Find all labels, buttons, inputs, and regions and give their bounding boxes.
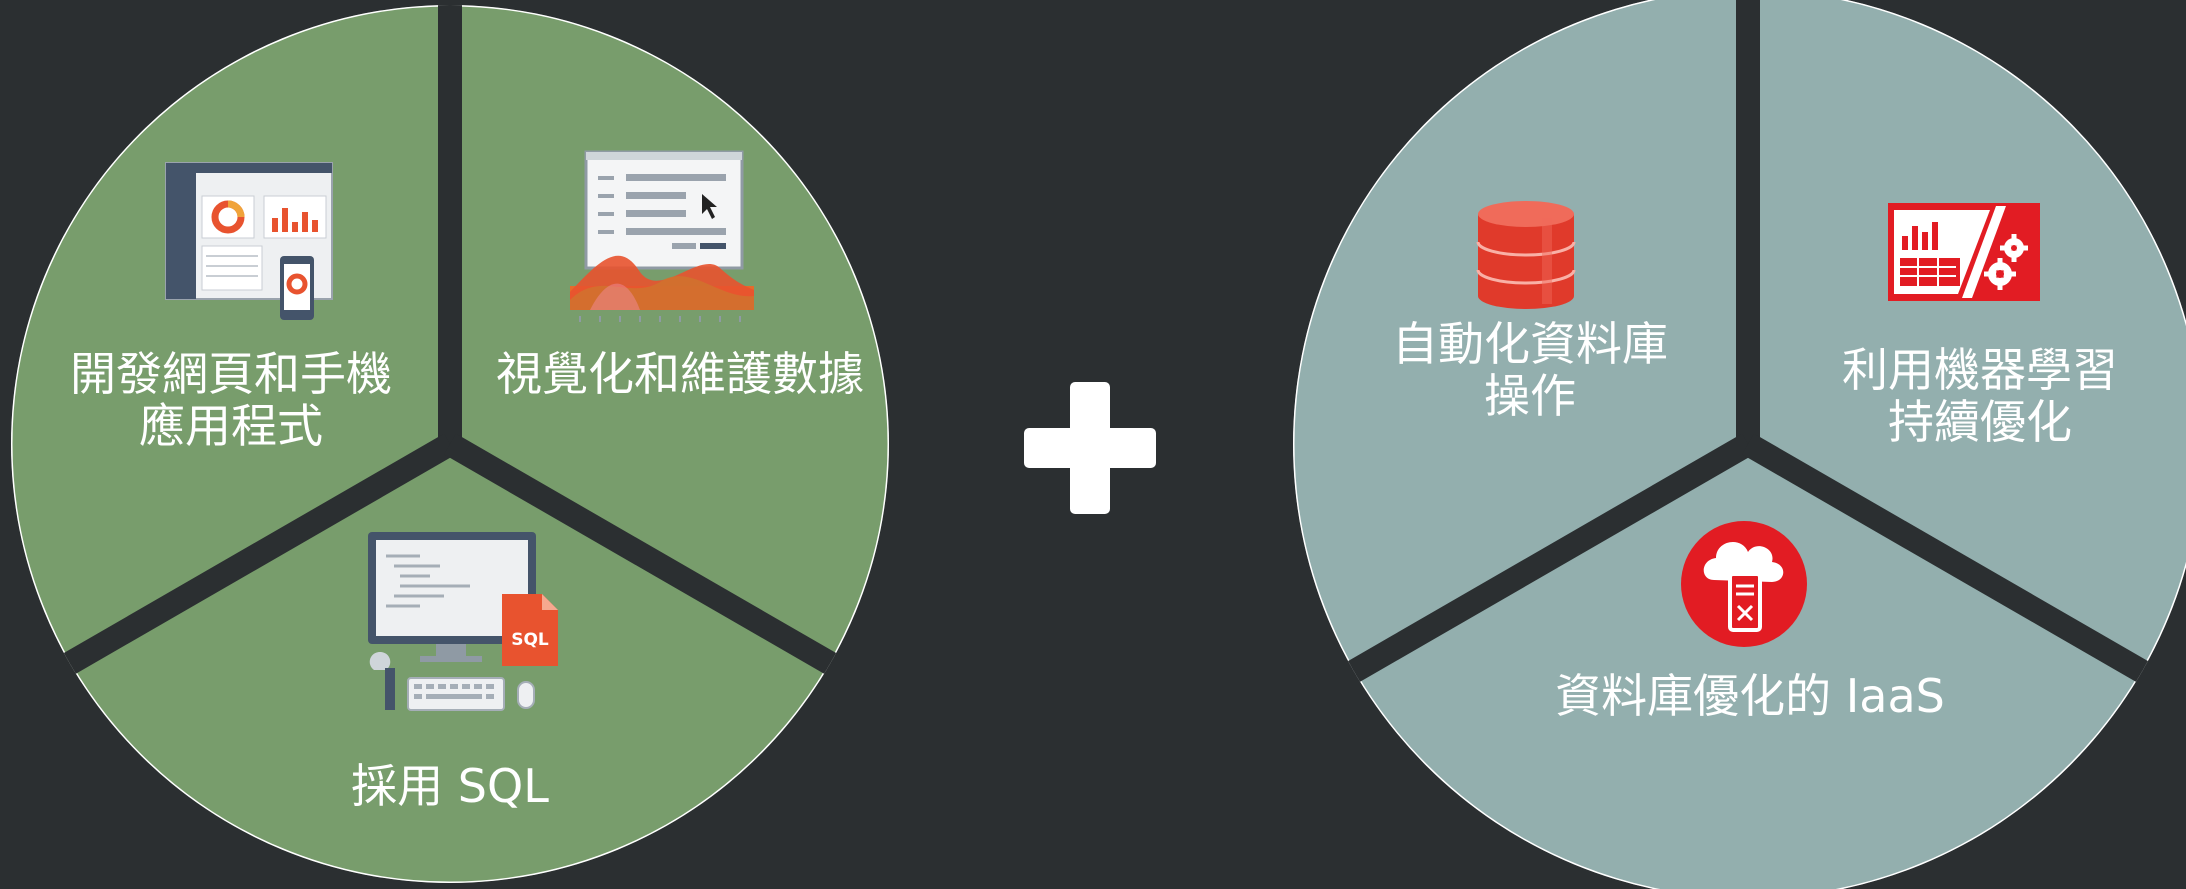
web-mobile-dashboard-icon [165,162,333,320]
left-segment-label-sql: 採用 SQL [351,759,549,813]
data-visualization-icon [570,150,754,322]
diagram-canvas: SQL 開發網頁和手機 應用程式 視覺化和維護數據 採用 SQL 自動化資料庫 … [0,0,2186,889]
plus-icon [1024,382,1156,514]
cloud-server-icon [1681,521,1807,647]
left-segment-label-web-mobile: 開發網頁和手機 應用程式 [70,347,392,453]
right-segment-label-iaas: 資料庫優化的 IaaS [1555,669,1945,723]
machine-learning-icon [1888,203,2040,301]
right-segment-label-machine-learning: 利用機器學習 持續優化 [1842,343,2118,449]
left-segment-label-visualization: 視覺化和維護數據 [496,347,864,401]
database-icon [1476,201,1576,309]
right-segment-label-automation: 自動化資料庫 操作 [1392,317,1668,423]
svg-text:SQL: SQL [511,630,549,650]
